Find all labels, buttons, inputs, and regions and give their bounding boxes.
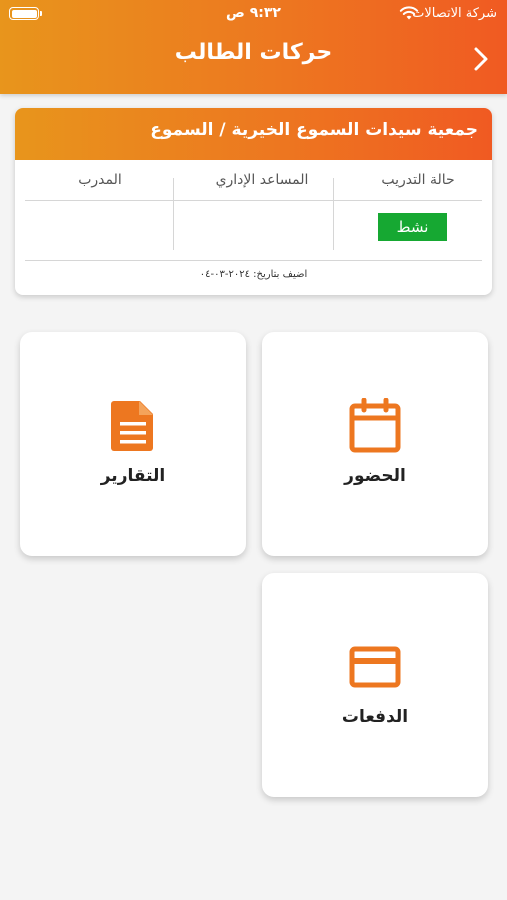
trainer-header: المدرب: [78, 172, 122, 188]
page-title: حركات الطالب: [174, 40, 333, 65]
column-divider: [173, 178, 174, 250]
status-bar: شركة الاتصالات ٩:٣٢ ص: [0, 0, 507, 28]
column-divider: [333, 178, 334, 250]
training-status-header: حالة التدريب: [381, 172, 455, 188]
reports-label: التقارير: [100, 466, 166, 486]
calendar-icon: [349, 398, 401, 453]
payments-label: الدفعات: [341, 707, 409, 727]
battery-icon: [9, 7, 42, 20]
reports-tile[interactable]: التقارير: [20, 332, 246, 556]
header-divider: [25, 200, 482, 201]
payments-tile[interactable]: الدفعات: [262, 573, 488, 797]
document-icon: [111, 401, 153, 451]
attendance-tile[interactable]: الحضور: [262, 332, 488, 556]
footer-divider: [25, 260, 482, 261]
added-date: اضيف بتاريخ: ٢٠٢٤-٠٣-٠٤: [199, 269, 308, 280]
app-header: شركة الاتصالات ٩:٣٢ ص حركات الطالب: [0, 0, 507, 94]
chevron-right-icon: [474, 47, 488, 71]
training-info-card: جمعية سيدات السموع الخيرية / السموع حالة…: [15, 108, 492, 295]
association-title: جمعية سيدات السموع الخيرية / السموع: [15, 108, 492, 160]
admin-assistant-header: المساعد الإداري: [215, 172, 309, 188]
credit-card-icon: [349, 646, 401, 688]
status-badge: نشط: [378, 213, 447, 241]
back-button[interactable]: [469, 44, 493, 74]
status-time: ٩:٣٢ ص: [226, 5, 281, 21]
attendance-label: الحضور: [344, 466, 406, 486]
